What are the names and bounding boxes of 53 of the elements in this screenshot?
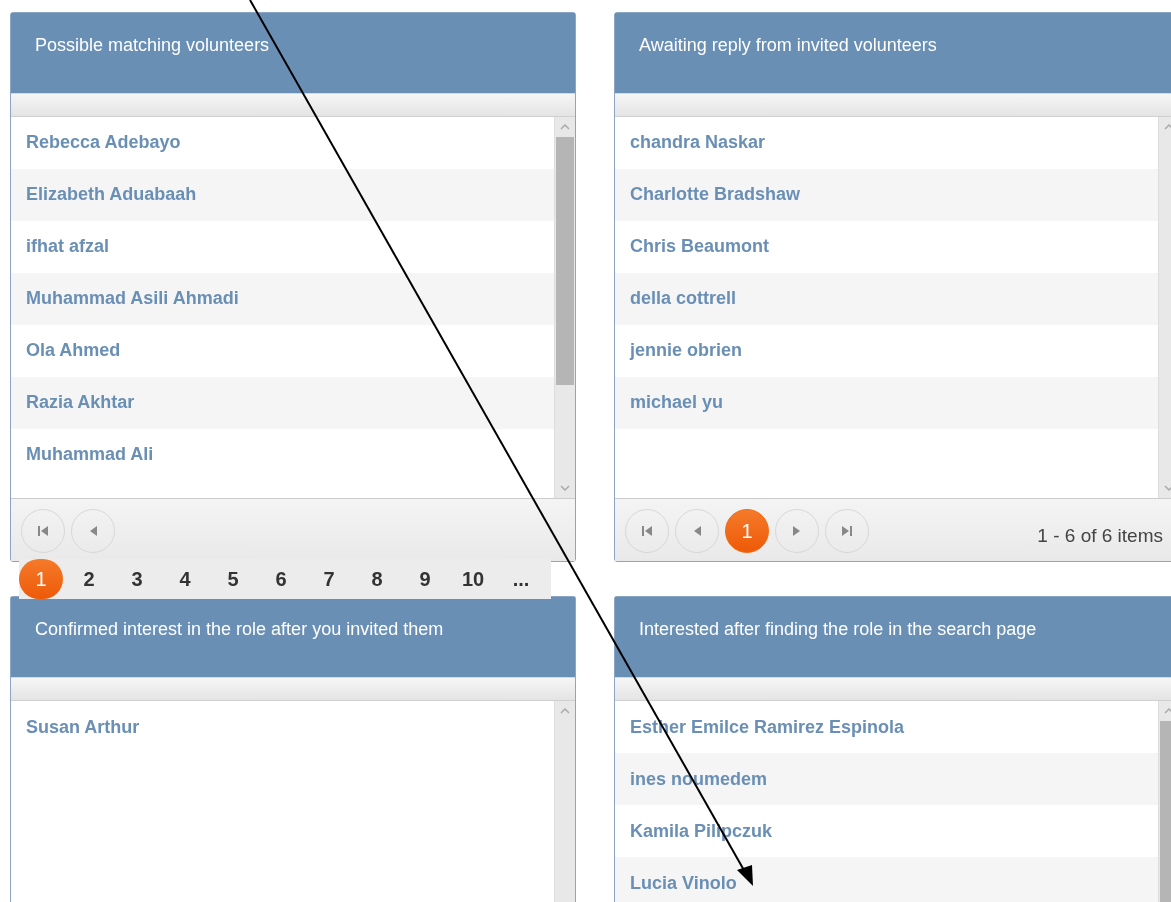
volunteer-link[interactable]: chandra Naskar bbox=[630, 132, 766, 154]
volunteer-link[interactable]: della cottrell bbox=[630, 288, 737, 310]
page-button[interactable]: ... bbox=[499, 559, 543, 599]
list-row[interactable]: Razia Akhtar bbox=[11, 376, 554, 429]
previous-page-icon bbox=[692, 525, 702, 538]
volunteer-link[interactable]: Chris Beaumont bbox=[630, 236, 770, 258]
scroll-thumb[interactable] bbox=[556, 136, 574, 385]
panel-title: Confirmed interest in the role after you invited them bbox=[35, 619, 444, 639]
previous-page-icon bbox=[88, 525, 98, 537]
page-button[interactable]: 10 bbox=[451, 559, 495, 599]
list-row[interactable]: michael yu bbox=[615, 376, 1158, 429]
volunteer-link[interactable]: michael yu bbox=[630, 392, 724, 414]
page-button[interactable]: 7 bbox=[307, 559, 351, 599]
scroll-up-icon bbox=[560, 123, 570, 130]
panel-title: Awaiting reply from invited volunteers bbox=[639, 35, 937, 55]
page-button[interactable]: 2 bbox=[67, 559, 111, 599]
volunteer-link[interactable]: ifhat afzal bbox=[26, 236, 109, 258]
next-page-icon bbox=[792, 525, 802, 538]
first-page-icon bbox=[37, 525, 49, 537]
scroll-down-icon bbox=[560, 485, 570, 491]
volunteer-link[interactable]: Lucia Vinolo bbox=[630, 872, 737, 894]
list-row[interactable]: Muhammad Asili Ahmadi bbox=[11, 272, 554, 325]
scrollbar[interactable] bbox=[554, 116, 575, 498]
pager-summary: 1 - 6 of 6 items bbox=[1037, 525, 1164, 548]
page-button[interactable]: 3 bbox=[115, 559, 159, 599]
list-row[interactable]: Lucia Vinolo bbox=[615, 857, 1158, 902]
page-button[interactable]: 1 bbox=[725, 509, 769, 554]
page-button[interactable]: 4 bbox=[163, 559, 207, 599]
page-button[interactable]: 1 bbox=[19, 559, 63, 599]
list-row[interactable]: Charlotte Bradshaw bbox=[615, 168, 1158, 221]
last-page-icon bbox=[841, 525, 853, 538]
panel-title: Interested after finding the role in the search page bbox=[639, 619, 1037, 639]
volunteer-link[interactable]: Charlotte Bradshaw bbox=[630, 184, 801, 206]
page-button[interactable]: 8 bbox=[355, 559, 399, 599]
list-row[interactable]: Elizabeth Aduabaah bbox=[11, 168, 554, 221]
list-row[interactable]: della cottrell bbox=[615, 272, 1158, 325]
volunteer-link[interactable]: Rebecca Adebayo bbox=[26, 132, 181, 154]
page-button[interactable]: 9 bbox=[403, 559, 447, 599]
scroll-up-icon bbox=[1164, 123, 1171, 130]
panel-title: Possible matching volunteers bbox=[35, 35, 270, 55]
volunteer-link[interactable]: jennie obrien bbox=[630, 340, 743, 362]
page-button[interactable]: 6 bbox=[259, 559, 303, 599]
scroll-up-icon bbox=[1164, 708, 1171, 714]
volunteer-link[interactable]: Muhammad Ali bbox=[26, 444, 154, 466]
volunteer-link[interactable]: Razia Akhtar bbox=[26, 392, 135, 414]
volunteer-link[interactable]: Muhammad Asili Ahmadi bbox=[26, 288, 239, 310]
volunteer-link[interactable]: Elizabeth Aduabaah bbox=[26, 184, 197, 206]
page-button[interactable]: 5 bbox=[211, 559, 255, 599]
scroll-up-icon bbox=[560, 708, 570, 714]
first-page-icon bbox=[641, 525, 653, 538]
volunteer-link[interactable]: Susan Arthur bbox=[26, 716, 140, 738]
scroll-down-icon bbox=[1164, 485, 1171, 492]
volunteer-link[interactable]: Ola Ahmed bbox=[26, 340, 121, 362]
